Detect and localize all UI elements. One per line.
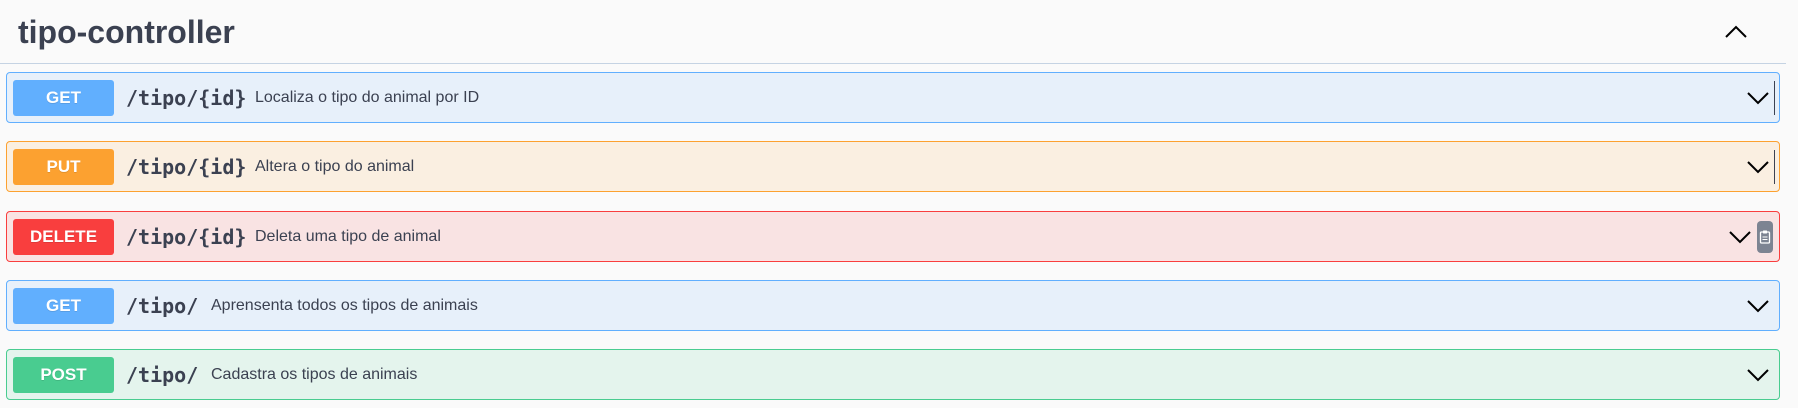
- expand-operation-button[interactable]: [1725, 222, 1755, 252]
- clipboard-icon: [1759, 230, 1771, 244]
- operation-path[interactable]: /tipo/: [126, 294, 198, 318]
- operation-summary: Deleta uma tipo de animal: [255, 228, 441, 245]
- operation-get-tipo-id[interactable]: GET /tipo/{id} Localiza o tipo do animal…: [6, 72, 1780, 123]
- method-badge-post[interactable]: POST: [13, 357, 114, 393]
- operation-post-tipo[interactable]: POST /tipo/ Cadastra os tipos de animais: [6, 349, 1780, 400]
- operation-put-tipo-id[interactable]: PUT /tipo/{id} Altera o tipo do animal: [6, 141, 1780, 192]
- operation-summary: Localiza o tipo do animal por ID: [255, 89, 480, 106]
- expand-operation-button[interactable]: [1743, 152, 1773, 182]
- expand-operation-button[interactable]: [1743, 360, 1773, 390]
- operation-summary: Altera o tipo do animal: [255, 158, 415, 175]
- operation-path[interactable]: /tipo/{id}: [126, 86, 246, 110]
- text-cursor: [1774, 150, 1775, 184]
- collapse-section-button[interactable]: [1716, 14, 1756, 50]
- operation-path[interactable]: /tipo/{id}: [126, 225, 246, 249]
- operation-path[interactable]: /tipo/: [126, 363, 198, 387]
- expand-operation-button[interactable]: [1743, 291, 1773, 321]
- operation-path[interactable]: /tipo/{id}: [126, 155, 246, 179]
- tag-section-header[interactable]: tipo-controller: [0, 0, 1786, 64]
- method-badge-get[interactable]: GET: [13, 80, 114, 116]
- section-title: tipo-controller: [18, 14, 235, 50]
- method-badge-get[interactable]: GET: [13, 288, 114, 324]
- chevron-up-icon: [1725, 25, 1747, 38]
- chevron-down-icon: [1747, 369, 1769, 382]
- chevron-down-icon: [1747, 161, 1769, 174]
- chevron-down-icon: [1747, 300, 1769, 313]
- operation-summary: Cadastra os tipos de animais: [211, 366, 418, 383]
- operation-get-tipo[interactable]: GET /tipo/ Aprensenta todos os tipos de …: [6, 280, 1780, 331]
- expand-operation-button[interactable]: [1743, 83, 1773, 113]
- text-cursor: [1774, 81, 1775, 115]
- operation-summary: Aprensenta todos os tipos de animais: [211, 297, 478, 314]
- operation-delete-tipo-id[interactable]: DELETE /tipo/{id} Deleta uma tipo de ani…: [6, 211, 1780, 262]
- method-badge-put[interactable]: PUT: [13, 149, 114, 185]
- chevron-down-icon: [1729, 231, 1751, 244]
- chevron-down-icon: [1747, 92, 1769, 105]
- copy-to-clipboard-button[interactable]: [1757, 221, 1773, 253]
- method-badge-delete[interactable]: DELETE: [13, 219, 114, 255]
